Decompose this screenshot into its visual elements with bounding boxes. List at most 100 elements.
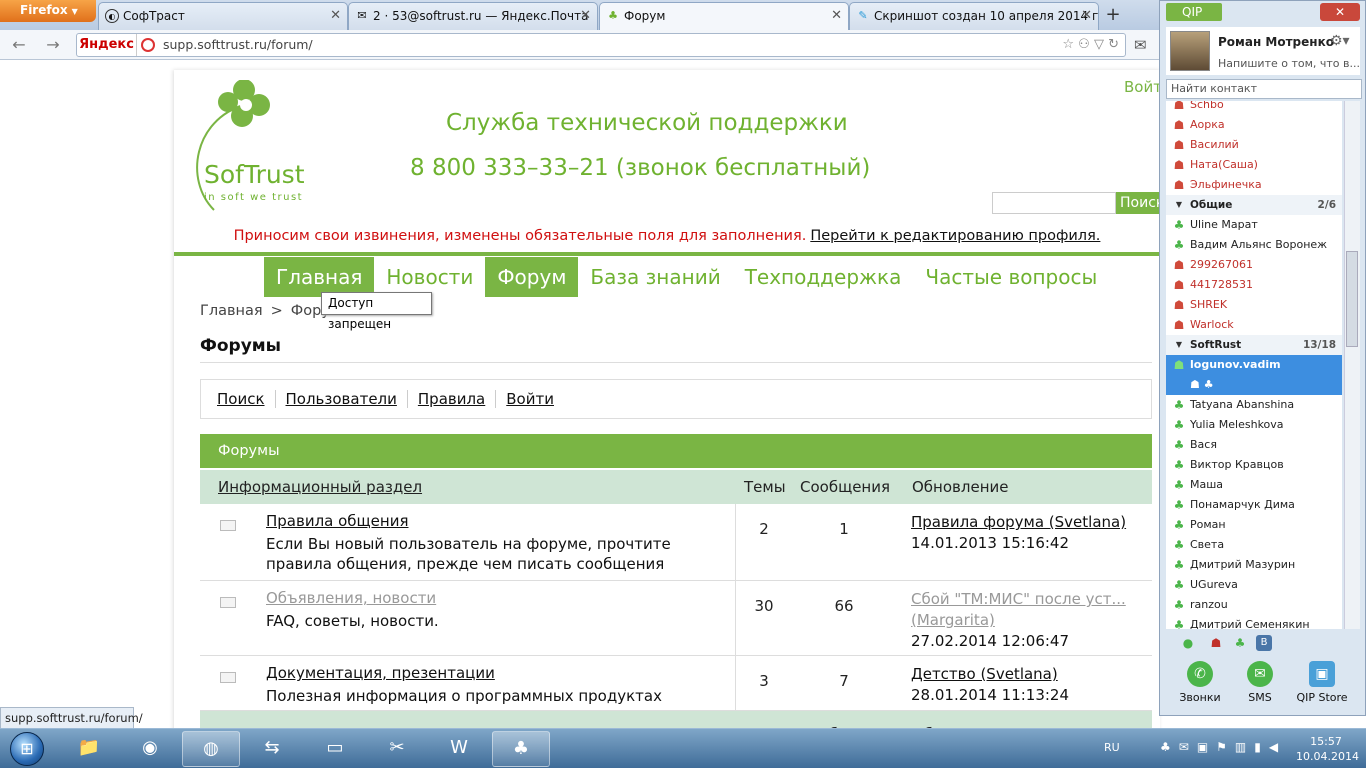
menu-item-forum[interactable]: Форум <box>485 257 579 297</box>
contact-item[interactable]: ♣ Света <box>1166 535 1342 555</box>
section-title[interactable]: Информационный раздел <box>218 470 422 504</box>
reader-glasses-icon[interactable]: ⚇ <box>1078 37 1090 52</box>
scrollbar-thumb[interactable] <box>1346 251 1358 347</box>
contact-item[interactable]: ♣ Uline Марат <box>1166 215 1342 235</box>
contact-item[interactable]: ☗ Warlock <box>1166 315 1342 335</box>
contact-item[interactable]: ☗ Ната(Саша) <box>1166 155 1342 175</box>
contact-item[interactable]: ☗ Schbo <box>1166 101 1342 115</box>
contact-item[interactable]: ♣ Yulia Meleshkova <box>1166 415 1342 435</box>
contact-item[interactable]: ☗ SHREK <box>1166 295 1342 315</box>
forum-users-link[interactable]: Пользователи <box>274 390 407 408</box>
site-search-input[interactable] <box>992 192 1116 214</box>
close-tab-icon[interactable]: ✕ <box>580 3 591 29</box>
avatar[interactable] <box>1170 31 1210 71</box>
bookmark-star-icon[interactable]: ☆ <box>1062 37 1074 52</box>
calls-button[interactable]: ✆ Звонки <box>1170 661 1230 704</box>
remote-desktop-icon[interactable]: ▭ <box>306 731 364 767</box>
start-button[interactable]: ⊞ <box>2 730 52 768</box>
breadcrumb-home[interactable]: Главная <box>200 303 263 319</box>
last-post-link[interactable]: Детство (Svetlana) <box>911 665 1058 683</box>
contact-item[interactable]: ☗ Аорка <box>1166 115 1342 135</box>
contact-list-scrollbar[interactable] <box>1344 101 1360 629</box>
tab-screenshot[interactable]: ✎ Скриншот создан 10 апреля 2014 г. ... ✕ <box>849 2 1099 30</box>
dropdown-icon[interactable]: ▽ <box>1094 37 1104 52</box>
contact-item[interactable]: ♣ Маша <box>1166 475 1342 495</box>
firefox-menu-button[interactable]: Firefox ▼ <box>0 0 96 22</box>
tab-softtrust[interactable]: ◐ СофТраст ✕ <box>98 2 348 30</box>
forum-login-link[interactable]: Войти <box>495 390 564 408</box>
contact-item[interactable]: ♣ Дмитрий Семенякин <box>1166 615 1342 629</box>
contact-item[interactable]: ♣ Роман <box>1166 515 1342 535</box>
last-post-date: 14.01.2013 15:16:42 <box>911 534 1070 552</box>
contact-group[interactable]: ▼ Общие 2/6 <box>1166 195 1342 215</box>
menu-item-tech-support[interactable]: Техподдержка <box>733 257 914 297</box>
close-tab-icon[interactable]: ✕ <box>831 3 842 29</box>
word-icon[interactable]: W <box>430 731 488 767</box>
close-tab-icon[interactable]: ✕ <box>1081 3 1092 29</box>
close-tab-icon[interactable]: ✕ <box>330 3 341 29</box>
explorer-icon[interactable]: 📁 <box>60 731 118 767</box>
last-post-author[interactable]: (Margarita) <box>911 611 995 629</box>
contact-item[interactable]: ♣ UGureva <box>1166 575 1342 595</box>
person-icon[interactable]: ☗ <box>1208 635 1224 651</box>
reload-icon[interactable]: ↻ <box>1108 37 1119 52</box>
menu-item-faq[interactable]: Частые вопросы <box>913 257 1109 297</box>
site-identity-icon[interactable] <box>141 38 155 52</box>
last-post-link[interactable]: Сбой "ТМ:МИС" после уст... <box>911 590 1126 608</box>
vk-icon[interactable]: B <box>1256 635 1272 651</box>
contact-item[interactable]: ☗ Василий <box>1166 135 1342 155</box>
menu-item-knowledge-base[interactable]: База знаний <box>578 257 732 297</box>
firefox-icon[interactable]: ◍ <box>182 731 240 767</box>
contact-search-input[interactable]: Найти контакт <box>1166 79 1362 99</box>
qip-store-button[interactable]: ▣ QIP Store <box>1292 661 1352 704</box>
language-indicator[interactable]: RU <box>1104 741 1120 754</box>
forum-name-link[interactable]: Правила общения <box>266 512 409 530</box>
status-online-icon[interactable]: ● <box>1180 635 1196 651</box>
contact-item[interactable]: ♣ ranzou <box>1166 595 1342 615</box>
url-text[interactable]: supp.softtrust.ru/forum/ <box>163 34 313 56</box>
forum-name-link[interactable]: Документация, презентации <box>266 664 495 682</box>
new-tab-button[interactable]: + <box>1100 4 1126 28</box>
tab-forum[interactable]: ♣ Форум ✕ <box>599 2 849 30</box>
contact-group[interactable]: ▼ SoftRust 13/18 <box>1166 335 1342 355</box>
teamviewer-icon[interactable]: ⇆ <box>243 731 301 767</box>
topics-count: 3 <box>759 672 769 690</box>
contact-item[interactable]: ♣ Tatyana Abanshina <box>1166 395 1342 415</box>
clover-icon[interactable]: ♣ <box>1232 635 1248 651</box>
qip-taskbar-icon[interactable]: ♣ <box>492 731 550 767</box>
contact-item[interactable]: ♣ Вася <box>1166 435 1342 455</box>
chrome-icon[interactable]: ◉ <box>121 731 179 767</box>
profile-status[interactable]: Напишите о том, что в... <box>1218 57 1360 70</box>
back-button[interactable]: ← <box>8 34 30 56</box>
close-button[interactable]: ✕ <box>1320 3 1360 21</box>
sms-button[interactable]: ✉ SMS <box>1230 661 1290 704</box>
tray-icons[interactable]: ♣✉▣⚑▥▮◀ <box>1160 740 1286 754</box>
login-link[interactable]: Войт <box>1124 78 1162 96</box>
forum-name-link[interactable]: Объявления, новости <box>266 589 436 607</box>
yandex-search-engine[interactable]: Яндекс <box>77 34 137 56</box>
forum-rules-link[interactable]: Правила <box>406 390 495 408</box>
edit-profile-link[interactable]: Перейти к редактированию профиля. <box>810 228 1100 244</box>
tab-yandex-mail[interactable]: ✉ 2 · 53@softrust.ru — Яндекс.Почта ✕ <box>348 2 598 30</box>
contact-item[interactable]: ☗ 299267061 <box>1166 255 1342 275</box>
qip-title[interactable]: QIP <box>1166 3 1222 21</box>
tools-icon[interactable]: ✂ <box>368 731 426 767</box>
mail-toolbar-icon[interactable]: ✉ <box>1134 36 1147 54</box>
clock[interactable]: 15:57 10.04.2014 <box>1296 734 1359 764</box>
contact-name: Tatyana Abanshina <box>1190 398 1295 411</box>
contact-item[interactable]: ♣ Понамарчук Дима <box>1166 495 1342 515</box>
menu-item-home[interactable]: Главная <box>264 257 375 297</box>
contact-item[interactable]: ♣ Виктор Кравцов <box>1166 455 1342 475</box>
contact-item[interactable]: ☗ Эльфинечка <box>1166 175 1342 195</box>
last-post-link[interactable]: Правила форума (Svetlana) <box>911 513 1126 531</box>
forum-search-link[interactable]: Поиск <box>217 390 275 408</box>
menu-item-news[interactable]: Новости <box>374 257 485 297</box>
offline-person-icon: ☗ <box>1173 101 1185 112</box>
contact-item[interactable]: ☗ logunov.vadim ☗ ♣ <box>1166 355 1342 395</box>
contact-item[interactable]: ♣ Вадим Альянс Воронеж <box>1166 235 1342 255</box>
contact-item[interactable]: ☗ 441728531 <box>1166 275 1342 295</box>
url-bar[interactable]: Яндекс supp.softtrust.ru/forum/ ☆ ⚇ ▽ ↻ <box>76 33 1126 57</box>
gear-icon[interactable]: ⚙▾ <box>1330 33 1350 49</box>
contact-item[interactable]: ♣ Дмитрий Мазурин <box>1166 555 1342 575</box>
forward-button[interactable]: → <box>42 34 64 56</box>
